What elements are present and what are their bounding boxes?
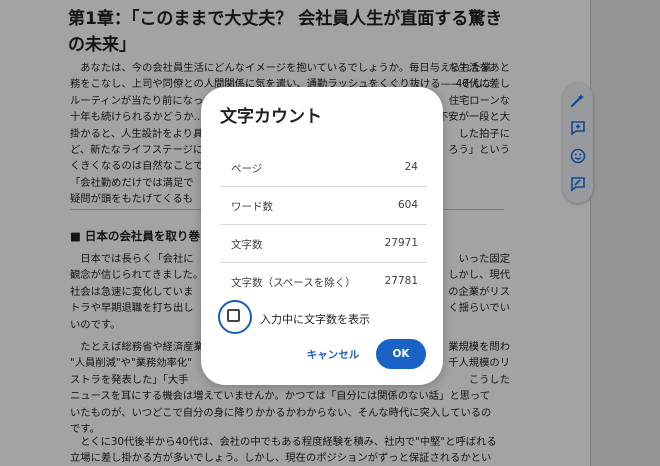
stat-value: 27971 bbox=[384, 237, 418, 249]
dialog-title: 文字カウント bbox=[220, 107, 322, 127]
checkbox-label[interactable]: 入力中に文字数を表示 bbox=[260, 311, 370, 327]
stat-label: ページ bbox=[231, 163, 263, 175]
checkbox-focus-ring[interactable] bbox=[218, 300, 252, 334]
stat-value: 27781 bbox=[384, 275, 418, 287]
ok-button[interactable]: OK bbox=[376, 339, 426, 369]
stat-row-characters: 文字数 27971 bbox=[220, 224, 427, 263]
stat-label: 文字数（スペースを除く） bbox=[231, 277, 356, 289]
stat-label: 文字数 bbox=[231, 239, 263, 251]
stat-row-pages: ページ 24 bbox=[220, 148, 427, 187]
stat-value: 604 bbox=[397, 199, 418, 211]
display-count-checkbox[interactable] bbox=[227, 309, 240, 322]
stat-label: ワード数 bbox=[231, 201, 273, 213]
word-count-dialog: 文字カウント ページ 24 ワード数 604 文字数 27971 文字数（スペー… bbox=[201, 87, 443, 385]
cancel-button[interactable]: キャンセル bbox=[301, 340, 365, 368]
stat-value: 24 bbox=[404, 161, 418, 173]
stat-row-words: ワード数 604 bbox=[220, 186, 427, 225]
stat-row-characters-no-spaces: 文字数（スペースを除く） 27781 bbox=[220, 262, 427, 300]
